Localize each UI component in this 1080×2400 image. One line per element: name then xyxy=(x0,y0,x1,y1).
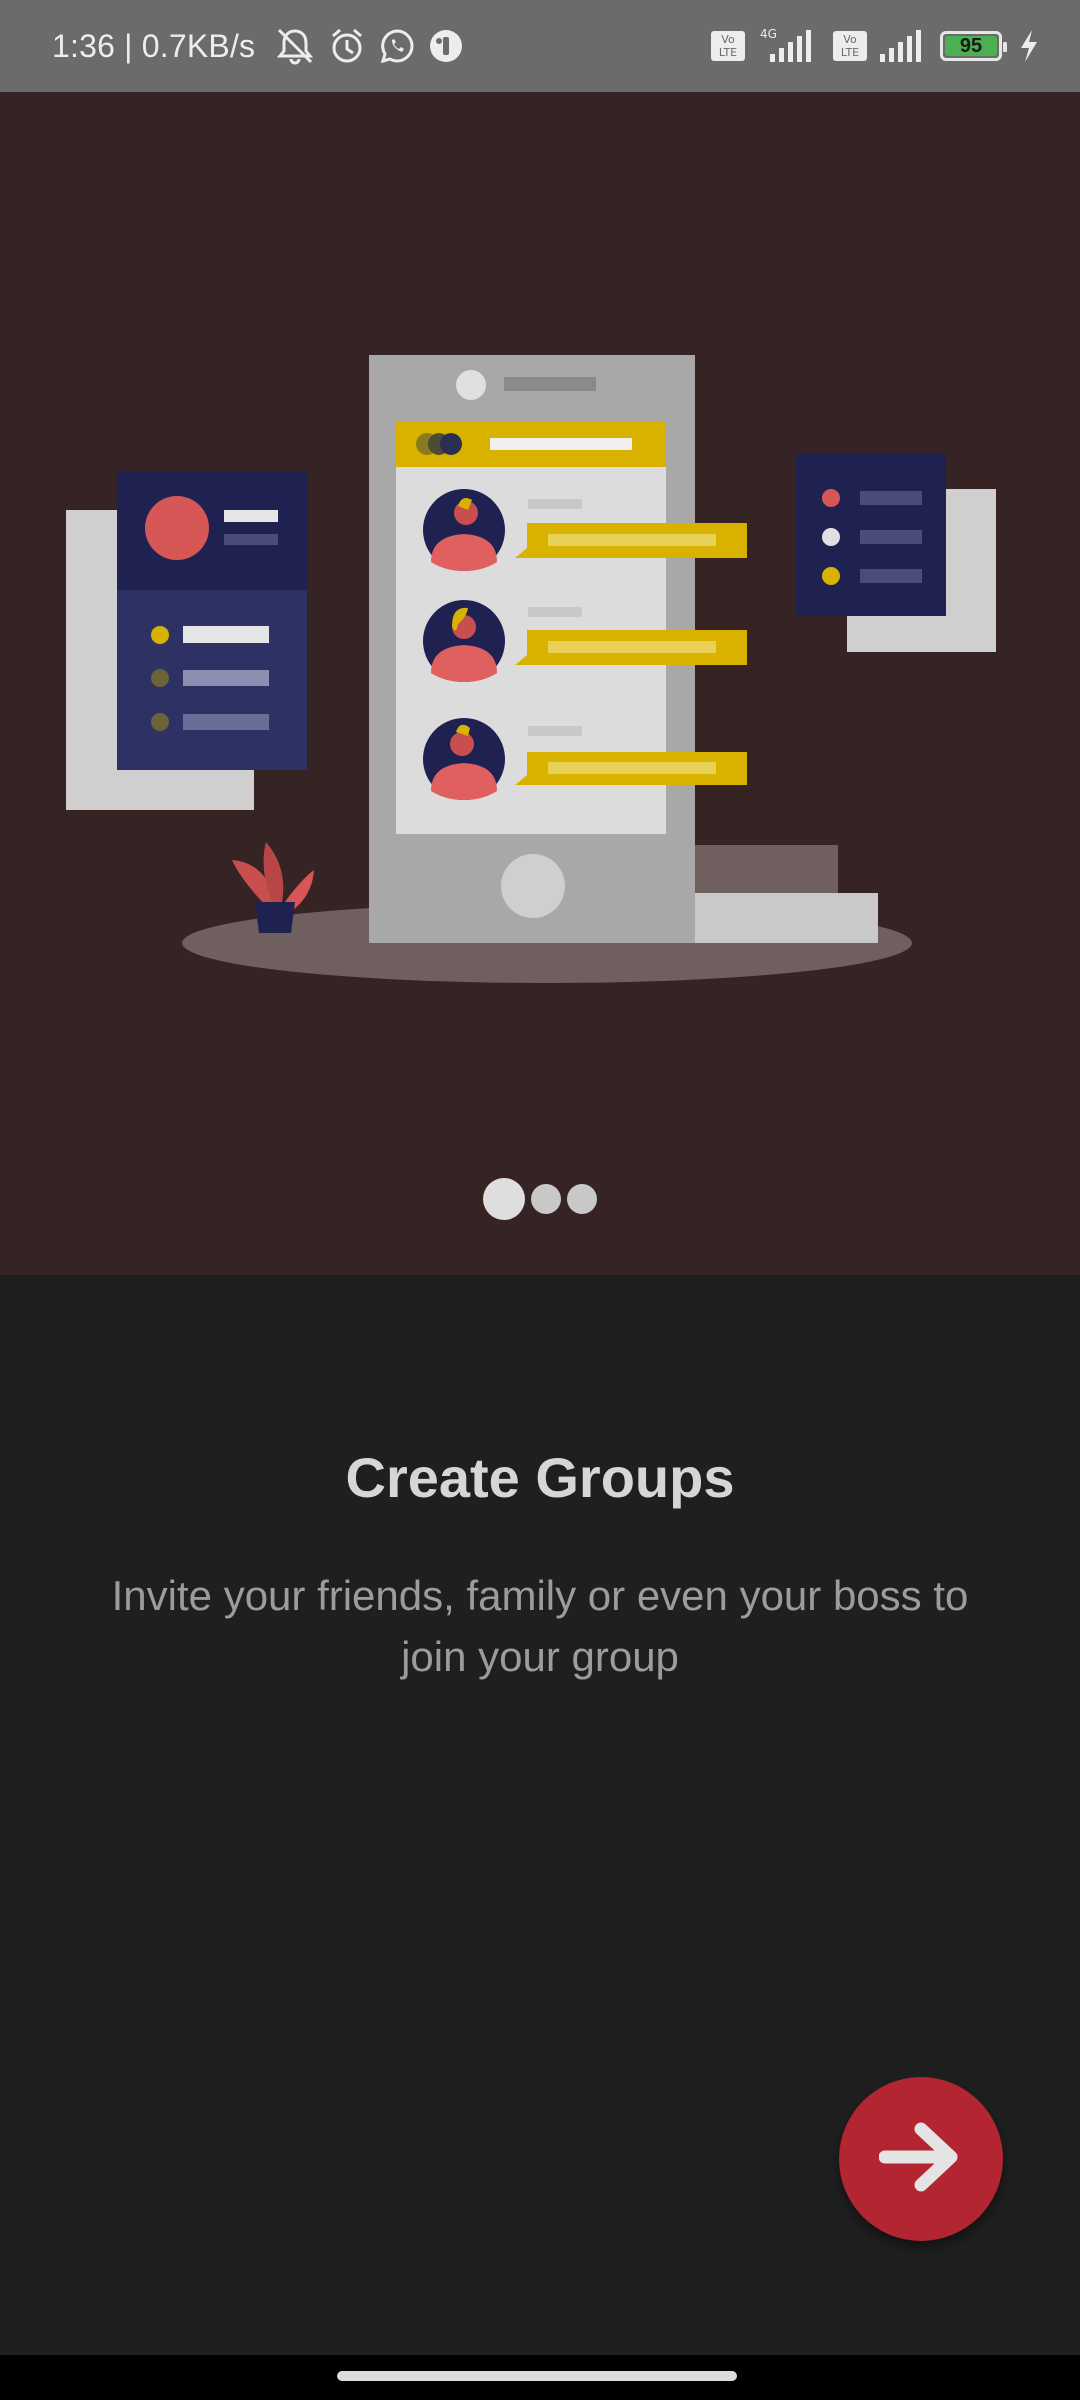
charging-icon xyxy=(1018,28,1040,64)
status-bar: 1:36 | 0.7KB/s Vo LTE 4G Vo LTE 95 xyxy=(0,0,1080,92)
alarm-icon xyxy=(327,26,367,66)
groups-illustration xyxy=(66,355,996,983)
svg-text:LTE: LTE xyxy=(841,46,859,59)
next-button[interactable] xyxy=(839,2077,1003,2241)
navigation-bar xyxy=(0,2355,1080,2400)
phone-camera xyxy=(456,370,486,400)
volte-icon-2: Vo LTE xyxy=(832,30,868,62)
floor-box-back xyxy=(690,845,838,895)
left-card-line xyxy=(183,714,269,730)
page-title: Create Groups xyxy=(345,1446,735,1509)
right-card-line xyxy=(860,569,922,583)
volte-icon: Vo LTE xyxy=(710,30,746,62)
right-card-bullet xyxy=(822,567,840,585)
svg-text:Vo: Vo xyxy=(843,33,857,46)
left-card-avatar xyxy=(145,496,209,560)
right-card-bullet xyxy=(822,528,840,546)
header-title-bar xyxy=(490,438,632,450)
right-card-line xyxy=(860,491,922,505)
floor-box xyxy=(690,893,878,943)
chat-name-bar-1 xyxy=(528,499,582,509)
onboarding-content: Create Groups Invite your friends, famil… xyxy=(0,1275,1080,2355)
status-right: Vo LTE 4G Vo LTE 95 xyxy=(710,0,1040,92)
page-dot-1[interactable] xyxy=(483,1178,525,1220)
svg-text:LTE: LTE xyxy=(719,46,737,59)
phone-speaker xyxy=(504,377,596,391)
page-dot-2[interactable] xyxy=(531,1184,561,1214)
bell-off-icon xyxy=(273,26,317,66)
page-subtitle: Invite your friends, family or even your… xyxy=(111,1572,969,1680)
home-indicator[interactable] xyxy=(337,2371,737,2381)
left-card-line xyxy=(183,670,269,686)
right-card-bullet xyxy=(822,489,840,507)
status-time: 1:36 | 0.7KB/s xyxy=(52,27,256,64)
chat-name-bar-2 xyxy=(528,607,582,617)
chat-bubble-3-line xyxy=(548,762,716,774)
battery-icon: 95 xyxy=(940,31,1007,61)
arrow-right-icon xyxy=(878,2121,963,2198)
signal-4g-icon: 4G xyxy=(756,26,822,66)
plant-pot xyxy=(255,902,295,933)
left-card-bullet xyxy=(151,626,169,644)
status-left: 1:36 | 0.7KB/s xyxy=(52,0,465,92)
phone-home-button xyxy=(501,854,565,918)
left-card-line xyxy=(224,510,278,522)
onboarding-hero xyxy=(0,92,1080,1275)
page-dot-3[interactable] xyxy=(567,1184,597,1214)
status-notification-icons xyxy=(273,26,465,66)
left-card-line xyxy=(183,626,269,643)
whatsapp-icon xyxy=(377,26,417,66)
left-card-bullet xyxy=(151,713,169,731)
signal-icon xyxy=(878,26,930,66)
battery-level: 95 xyxy=(959,34,983,57)
chat-name-bar-3 xyxy=(528,726,582,736)
chat-bubble-2-line xyxy=(548,641,716,653)
svg-text:4G: 4G xyxy=(760,27,777,41)
chat-bubble-1-line xyxy=(548,534,716,546)
app-notification-icon xyxy=(427,27,465,65)
left-card-bullet xyxy=(151,669,169,687)
page-indicator xyxy=(0,1174,1080,1224)
left-card-line xyxy=(224,534,278,545)
header-avatar xyxy=(440,433,462,455)
svg-text:Vo: Vo xyxy=(721,33,735,46)
right-card-line xyxy=(860,530,922,544)
chat-avatar-3-head xyxy=(450,732,474,756)
